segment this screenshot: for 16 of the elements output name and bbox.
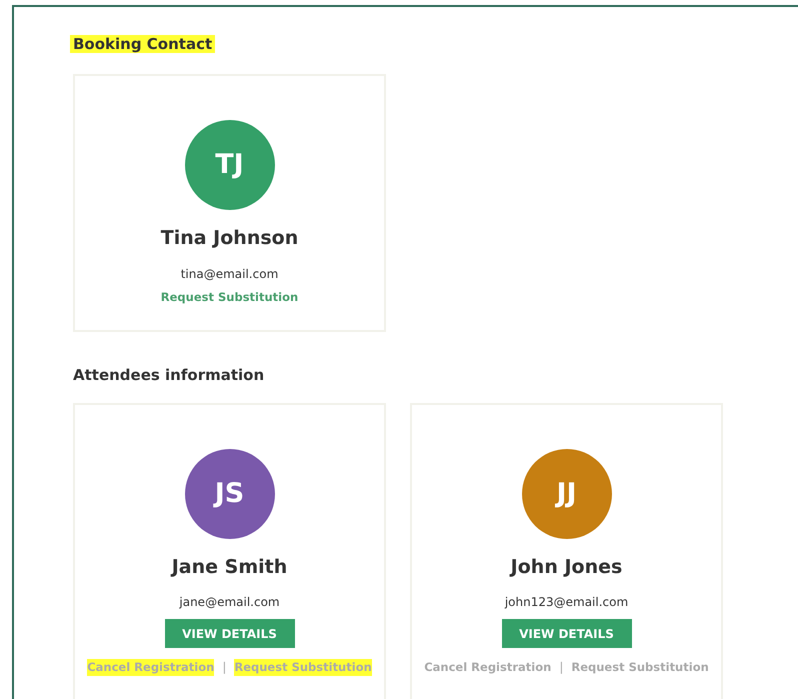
person-name: John Jones	[508, 554, 624, 580]
person-name: Tina Johnson	[160, 226, 300, 251]
person-name: Jane Smith	[170, 554, 288, 580]
separator-text: |	[559, 659, 564, 676]
section-heading: Attendees information	[72, 366, 266, 384]
avatar-initials: JS	[184, 448, 274, 539]
view-details-button[interactable]: VIEW DETAILS	[502, 619, 632, 648]
email-text: john123@email.com	[504, 594, 630, 612]
action-link[interactable]: Request Substitution	[160, 288, 298, 306]
avatar-initials: JJ	[522, 448, 612, 539]
email-text: jane@email.com	[178, 594, 281, 612]
view-details-button[interactable]: VIEW DETAILS	[164, 619, 294, 648]
section-heading: Booking Contact	[70, 35, 216, 53]
separator-text: |	[222, 659, 226, 676]
avatar-initials: TJ	[184, 120, 274, 210]
email-text: tina@email.com	[180, 266, 280, 282]
